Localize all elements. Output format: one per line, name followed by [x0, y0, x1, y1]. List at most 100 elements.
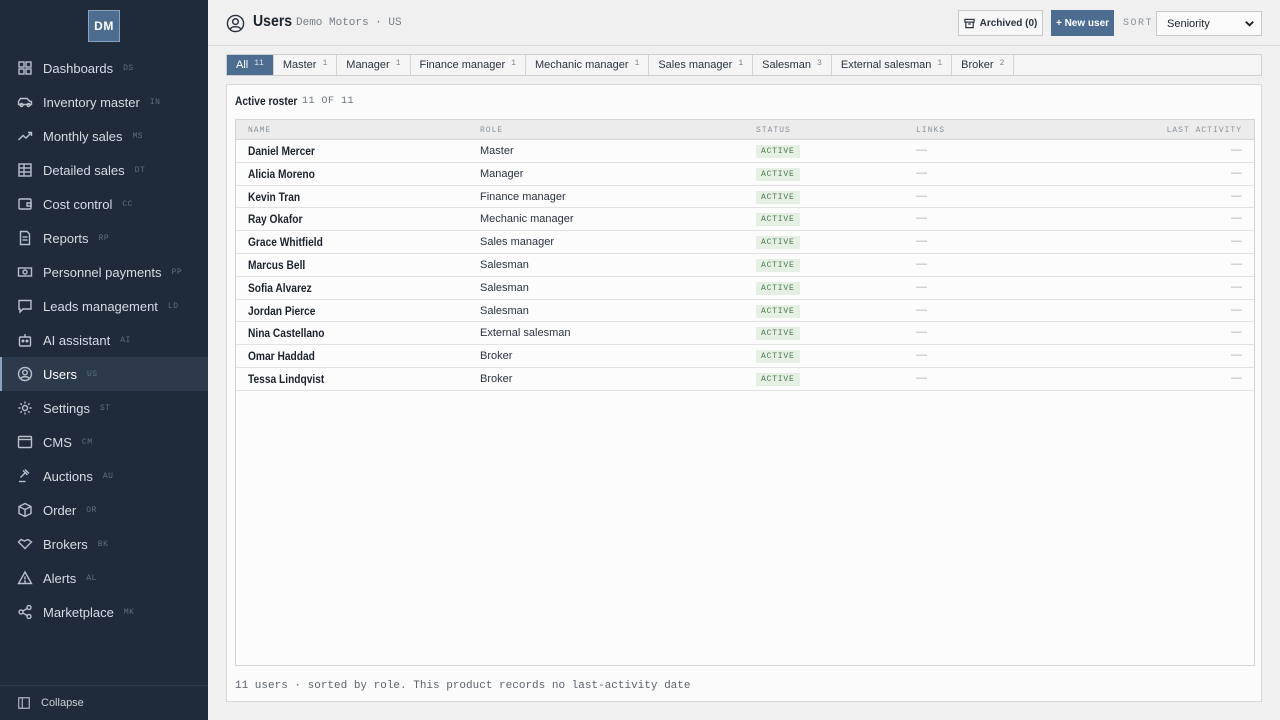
table-row[interactable]: Nina Castellano External salesman ACTIVE — —	[236, 322, 1254, 346]
user-links: —	[916, 303, 927, 316]
sidebar-item-cms[interactable]: CMS CM	[0, 425, 208, 459]
table-row[interactable]: Grace Whitfield Sales manager ACTIVE — —	[236, 231, 1254, 254]
tab-all[interactable]: All 11	[227, 55, 274, 75]
box-icon	[17, 502, 33, 518]
col-links[interactable]: LINKS	[916, 126, 945, 135]
sidebar-item-brokers[interactable]: Brokers BK	[0, 527, 208, 561]
wallet-icon	[17, 196, 33, 212]
tab-label: Mechanic manager	[534, 59, 629, 71]
user-name[interactable]: Jordan Pierce	[248, 304, 315, 318]
sidebar-item-auctions[interactable]: Auctions AU	[0, 459, 208, 493]
col-last-activity[interactable]: LAST ACTIVITY	[1167, 126, 1242, 135]
user-role: Salesman	[480, 258, 529, 271]
sidebar-item-label: Alerts	[43, 570, 77, 586]
user-name[interactable]: Grace Whitfield	[248, 235, 323, 249]
tab-sales-manager[interactable]: Sales manager 1	[649, 55, 754, 75]
collapse-label: Collapse	[41, 697, 84, 709]
user-name[interactable]: Omar Haddad	[248, 349, 315, 363]
sidebar-item-label: Personnel payments	[43, 264, 162, 280]
table-row[interactable]: Daniel Mercer Master ACTIVE — —	[236, 140, 1254, 163]
user-links: —	[916, 326, 927, 339]
user-role: Salesman	[480, 281, 529, 294]
sidebar-item-code: OR	[86, 505, 97, 515]
sidebar-item-marketplace[interactable]: Marketplace MK	[0, 595, 208, 629]
sidebar-item-label: Marketplace	[43, 604, 114, 620]
tab-mechanic-manager[interactable]: Mechanic manager 1	[526, 55, 650, 75]
col-role[interactable]: ROLE	[480, 126, 503, 135]
tab-count: 3	[817, 58, 822, 68]
tab-external-salesman[interactable]: External salesman 1	[832, 55, 953, 75]
archived-button[interactable]: Archived (0)	[958, 10, 1043, 36]
sidebar-item-reports[interactable]: Reports RP	[0, 221, 208, 255]
tab-label: Sales manager	[658, 59, 733, 71]
sidebar-item-ai-assistant[interactable]: AI assistant AI	[0, 323, 208, 357]
sidebar-item-detailed-sales[interactable]: Detailed sales DT	[0, 153, 208, 187]
sidebar-item-order[interactable]: Order OR	[0, 493, 208, 527]
sidebar-item-leads-management[interactable]: Leads management LD	[0, 289, 208, 323]
car-icon	[17, 94, 33, 110]
sidebar-item-label: Brokers	[43, 536, 88, 552]
user-circle-icon	[226, 14, 245, 33]
user-name[interactable]: Alicia Moreno	[248, 167, 315, 181]
robot-icon	[17, 332, 33, 348]
table-row[interactable]: Omar Haddad Broker ACTIVE — —	[236, 345, 1254, 368]
sidebar-item-cost-control[interactable]: Cost control CC	[0, 187, 208, 221]
sidebar-item-users[interactable]: Users US	[0, 357, 208, 391]
user-last-activity: —	[1231, 257, 1242, 270]
new-user-button[interactable]: + New user	[1051, 10, 1114, 36]
table-row[interactable]: Tessa Lindqvist Broker ACTIVE — —	[236, 368, 1254, 391]
sidebar-item-label: Settings	[43, 400, 90, 416]
share-icon	[17, 604, 33, 620]
tab-broker[interactable]: Broker 2	[952, 55, 1015, 75]
table-row[interactable]: Ray Okafor Mechanic manager ACTIVE — —	[236, 208, 1254, 232]
sidebar-item-code: MK	[123, 607, 135, 617]
user-name[interactable]: Marcus Bell	[248, 258, 305, 272]
sidebar-item-personnel-payments[interactable]: Personnel payments PP	[0, 255, 208, 289]
user-links: —	[916, 144, 927, 156]
user-name[interactable]: Ray Okafor	[248, 212, 302, 226]
sort-select[interactable]: Seniority	[1156, 11, 1262, 36]
sidebar-item-code: AU	[102, 471, 114, 481]
gavel-icon	[17, 468, 33, 484]
user-role: Broker	[480, 350, 513, 363]
sort-value: Seniority	[1167, 17, 1210, 30]
sidebar-item-settings[interactable]: Settings ST	[0, 391, 208, 425]
tab-finance-manager[interactable]: Finance manager 1	[411, 55, 526, 75]
user-links: —	[916, 280, 927, 293]
table-row[interactable]: Sofia Alvarez Salesman ACTIVE — —	[236, 277, 1254, 300]
tab-count: 1	[738, 58, 744, 68]
sidebar-item-inventory-master[interactable]: Inventory master IN	[0, 85, 208, 119]
user-name[interactable]: Sofia Alvarez	[248, 281, 312, 295]
user-last-activity: —	[1231, 235, 1242, 248]
table-row[interactable]: Marcus Bell Salesman ACTIVE — —	[236, 254, 1254, 277]
collapse-button[interactable]: Collapse	[0, 685, 208, 720]
user-name[interactable]: Kevin Tran	[248, 190, 300, 204]
table-row[interactable]: Alicia Moreno Manager ACTIVE — —	[236, 163, 1254, 186]
col-name[interactable]: NAME	[248, 126, 271, 135]
status-badge: ACTIVE	[756, 304, 800, 318]
user-name[interactable]: Nina Castellano	[248, 326, 325, 340]
user-name[interactable]: Daniel Mercer	[248, 144, 315, 158]
sidebar-nav: Dashboards DS Inventory master IN Monthly sa…	[0, 51, 208, 629]
sidebar-item-alerts[interactable]: Alerts AL	[0, 561, 208, 595]
panel-count: 11 OF 11	[302, 96, 355, 107]
sidebar-item-label: Dashboards	[43, 60, 114, 76]
sidebar-item-code: PP	[171, 267, 183, 277]
tab-manager[interactable]: Manager 1	[337, 55, 411, 75]
tab-master[interactable]: Master 1	[274, 55, 338, 75]
user-name[interactable]: Tessa Lindqvist	[248, 372, 324, 386]
sidebar-item-code: DT	[134, 165, 146, 175]
table-row[interactable]: Jordan Pierce Salesman ACTIVE — —	[236, 300, 1254, 323]
sidebar-item-monthly-sales[interactable]: Monthly sales MS	[0, 119, 208, 153]
sidebar-item-dashboards[interactable]: Dashboards DS	[0, 51, 208, 85]
table-row[interactable]: Kevin Tran Finance manager ACTIVE — —	[236, 186, 1254, 209]
user-role: External salesman	[480, 327, 571, 340]
user-circle-icon	[17, 366, 33, 382]
chat-icon	[17, 298, 33, 314]
tab-salesman[interactable]: Salesman 3	[753, 55, 832, 75]
status-badge: ACTIVE	[756, 236, 800, 250]
col-status[interactable]: STATUS	[756, 126, 791, 135]
logo[interactable]: DM	[88, 10, 120, 42]
tab-label: All	[236, 59, 249, 71]
tab-label: Manager	[346, 59, 390, 71]
